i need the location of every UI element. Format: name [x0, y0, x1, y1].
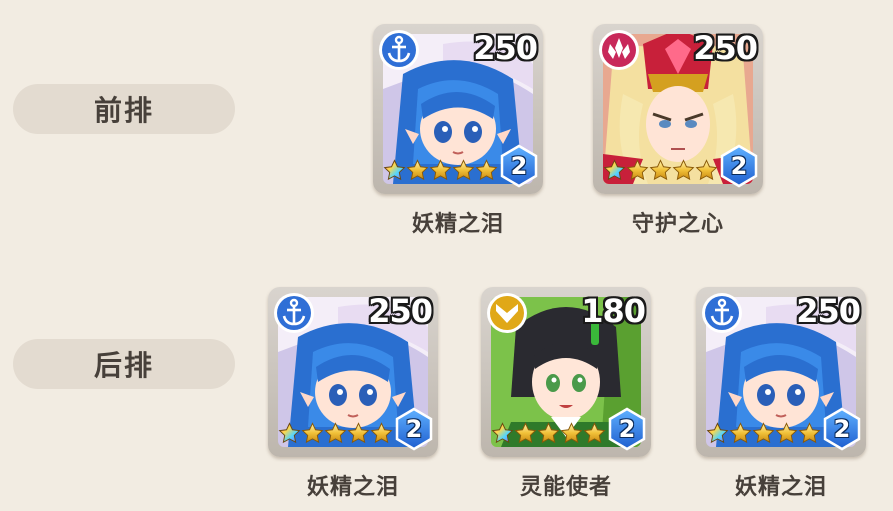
gold-star-icon [452, 159, 475, 182]
hero-name: 妖精之泪 [411, 212, 504, 237]
hero-rank: 2 [510, 152, 528, 180]
star-rating [383, 159, 498, 182]
crystal-icon [597, 28, 641, 72]
rank-hex-icon: 2 [822, 407, 862, 451]
hero-frame: 250 2 [593, 24, 763, 194]
gold-star-icon [695, 159, 718, 182]
rainbow-star-icon [603, 159, 626, 182]
row-label-front: 前排 [13, 84, 235, 134]
gold-star-icon [672, 159, 695, 182]
rank-hex-icon: 2 [394, 407, 434, 451]
hero-rank: 2 [833, 415, 851, 443]
hero-frame: 250 2 [268, 287, 438, 457]
gold-star-icon [475, 159, 498, 182]
gold-star-icon [429, 159, 452, 182]
hero-rank: 2 [618, 415, 636, 443]
gold-star-icon [775, 422, 798, 445]
hero-card[interactable]: 250 2 妖精之泪 [373, 24, 543, 238]
anchor-icon [377, 28, 421, 72]
anchor-icon [272, 291, 316, 335]
gold-star-icon [729, 422, 752, 445]
gold-star-icon [626, 159, 649, 182]
star-rating [491, 422, 606, 445]
gold-star-icon [324, 422, 347, 445]
rank-hex-icon: 2 [719, 144, 759, 188]
gold-star-icon [537, 422, 560, 445]
row-label-back: 后排 [13, 339, 235, 389]
rainbow-star-icon [706, 422, 729, 445]
gold-star-icon [798, 422, 821, 445]
star-rating [278, 422, 393, 445]
rank-hex-icon: 2 [499, 144, 539, 188]
hero-level: 180 [581, 292, 646, 330]
chevron-v-icon [485, 291, 529, 335]
gold-star-icon [347, 422, 370, 445]
gold-star-icon [649, 159, 672, 182]
gold-star-icon [301, 422, 324, 445]
hero-card[interactable]: 250 2 守护之心 [593, 24, 763, 238]
row-label-front-text: 前排 [93, 94, 154, 127]
gold-star-icon [752, 422, 775, 445]
rainbow-star-icon [383, 159, 406, 182]
hero-card[interactable]: 250 2 妖精之泪 [268, 287, 438, 501]
hero-frame: 250 2 [696, 287, 866, 457]
hero-name: 灵能使者 [519, 475, 612, 500]
hero-name: 守护之心 [631, 212, 724, 237]
gold-star-icon [514, 422, 537, 445]
rainbow-star-icon [491, 422, 514, 445]
star-rating [706, 422, 821, 445]
hero-level: 250 [368, 292, 433, 330]
gold-star-icon [370, 422, 393, 445]
hero-card[interactable]: 180 2 灵能使者 [481, 287, 651, 501]
hero-name: 妖精之泪 [306, 475, 399, 500]
hero-level: 250 [693, 29, 758, 67]
star-rating [603, 159, 718, 182]
gold-star-icon [406, 159, 429, 182]
gold-star-icon [583, 422, 606, 445]
rainbow-star-icon [278, 422, 301, 445]
hero-card[interactable]: 250 2 妖精之泪 [696, 287, 866, 501]
hero-rank: 2 [405, 415, 423, 443]
row-label-back-text: 后排 [93, 349, 154, 382]
gold-star-icon [560, 422, 583, 445]
hero-name: 妖精之泪 [734, 475, 827, 500]
hero-level: 250 [796, 292, 861, 330]
hero-level: 250 [473, 29, 538, 67]
hero-frame: 250 2 [373, 24, 543, 194]
hero-frame: 180 2 [481, 287, 651, 457]
hero-rank: 2 [730, 152, 748, 180]
rank-hex-icon: 2 [607, 407, 647, 451]
anchor-icon [700, 291, 744, 335]
